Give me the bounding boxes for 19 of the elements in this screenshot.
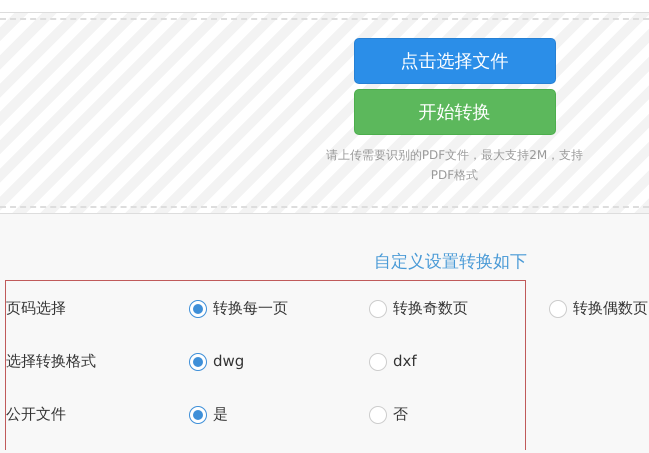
upload-hint: 请上传需要识别的PDF文件，最大支持2M，支持PDF格式 <box>324 147 584 184</box>
radio-label[interactable]: 否 <box>393 403 408 426</box>
radio-button[interactable] <box>369 352 387 370</box>
setting-label: 公开文件 <box>6 404 67 426</box>
setting-label: 选择转换格式 <box>6 351 97 372</box>
radio-button[interactable] <box>189 352 207 370</box>
radio-button[interactable] <box>189 406 207 424</box>
radio-label[interactable]: dxf <box>393 350 417 373</box>
radio-label[interactable]: 转换每一页 <box>213 297 288 320</box>
radio-label[interactable]: 是 <box>213 403 228 426</box>
radio-button[interactable] <box>369 300 387 318</box>
radio-button[interactable] <box>369 406 387 424</box>
setting-label: 页码选择 <box>6 298 67 320</box>
radio-button[interactable] <box>549 300 567 318</box>
settings-title: 自定义设置转换如下 <box>373 251 528 274</box>
radio-button[interactable] <box>189 300 207 318</box>
radio-label[interactable]: 转换偶数页 <box>573 297 648 320</box>
radio-label[interactable]: dwg <box>213 350 244 373</box>
radio-label[interactable]: 转换奇数页 <box>393 297 468 320</box>
